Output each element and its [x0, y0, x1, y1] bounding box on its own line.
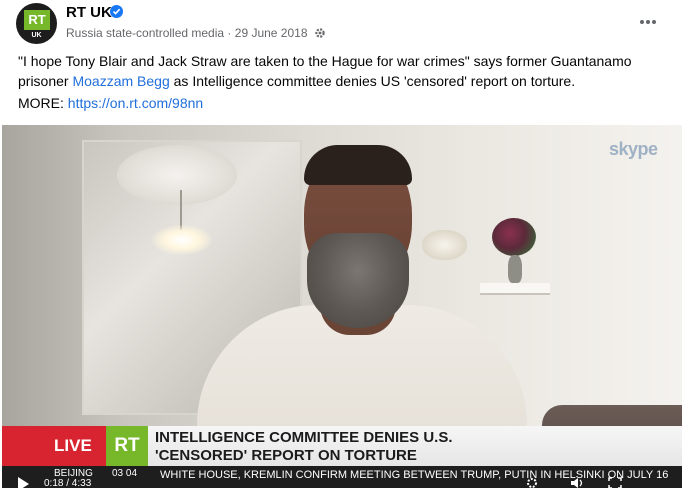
page-avatar[interactable]: RT UK: [16, 3, 57, 44]
avatar-logo-text: RT: [24, 10, 50, 30]
more-label: MORE:: [18, 95, 68, 111]
video-timecode: 0:18 / 4:33: [44, 478, 92, 488]
post-meta: Russia state-controlled media · 29 June …: [66, 25, 326, 40]
play-icon[interactable]: [18, 477, 29, 488]
skype-watermark: skype: [609, 139, 658, 159]
fullscreen-icon[interactable]: [608, 476, 622, 488]
ceiling-rosette: [117, 145, 237, 205]
state-media-label: Russia state-controlled media: [66, 25, 225, 40]
settings-icon[interactable]: [525, 476, 539, 488]
post-text: "I hope Tony Blair and Jack Straw are ta…: [18, 51, 668, 91]
wall-lamp: [422, 230, 467, 260]
more-horizontal-icon: [652, 20, 656, 24]
chandelier-stem: [180, 190, 182, 230]
post-header: RT UK RT UK Russia state-controlled medi…: [0, 0, 694, 46]
avatar-logo-sub: UK: [31, 32, 42, 39]
mention-link[interactable]: Moazzam Begg: [72, 73, 169, 89]
player-controls: 0:18 / 4:33: [2, 476, 682, 488]
flowers: [492, 218, 536, 256]
wall-shelf: [480, 283, 550, 295]
person-beard: [307, 233, 409, 328]
meta-separator: ·: [227, 25, 232, 40]
more-line: MORE: https://on.rt.com/98nn: [18, 95, 203, 111]
chandelier-light: [152, 225, 212, 255]
more-horizontal-icon: [640, 20, 644, 24]
vase: [508, 255, 522, 283]
news-lower-third: LIVE RT INTELLIGENCE COMMITTEE DENIES U.…: [2, 426, 682, 466]
channel-logo: RT: [106, 426, 148, 466]
page-name-link[interactable]: RT UK: [66, 4, 112, 21]
post-date-link[interactable]: 29 June 2018: [235, 26, 308, 40]
person-hair: [304, 145, 412, 185]
headline-box: INTELLIGENCE COMMITTEE DENIES U.S. 'CENS…: [148, 426, 682, 466]
video-player[interactable]: skype LIVE RT INTELLIGENCE COMMITTEE DEN…: [2, 125, 682, 488]
volume-icon[interactable]: [570, 476, 584, 488]
live-badge: LIVE: [2, 426, 106, 466]
more-horizontal-icon: [646, 20, 650, 24]
short-url-link[interactable]: https://on.rt.com/98nn: [68, 95, 203, 111]
post-text-part2: as Intelligence committee denies US 'cen…: [169, 73, 576, 89]
verified-badge-icon: [110, 5, 123, 18]
headline-line1: INTELLIGENCE COMMITTEE DENIES U.S.: [155, 429, 453, 446]
headline-line2: 'CENSORED' REPORT ON TORTURE: [155, 447, 417, 464]
gear-icon: [314, 27, 326, 39]
more-options-button[interactable]: [636, 10, 660, 34]
